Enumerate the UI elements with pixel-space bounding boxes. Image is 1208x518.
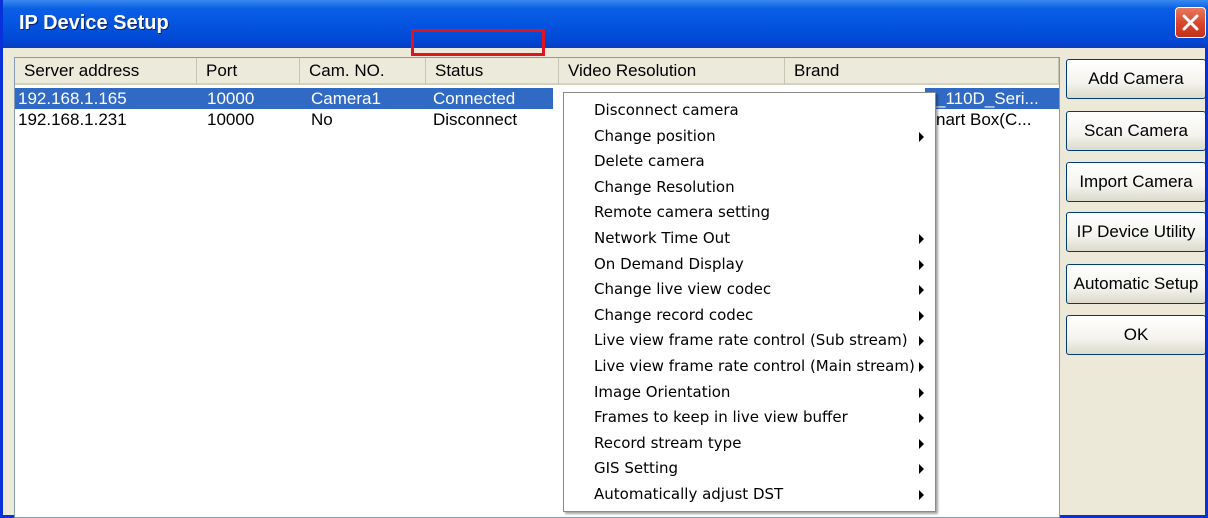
column-header-server-address[interactable]: Server address <box>15 58 197 85</box>
menu-item-label: Delete camera <box>594 152 705 171</box>
cell-brand: _110D_Seri... <box>936 89 1039 108</box>
submenu-arrow-icon <box>919 464 924 475</box>
menu-item-record-stream-type[interactable]: Record stream type <box>564 430 935 456</box>
menu-item-on-demand-display[interactable]: On Demand Display <box>564 251 935 277</box>
menu-item-frames-to-keep-in-live-view-buffer[interactable]: Frames to keep in live view buffer <box>564 404 935 430</box>
submenu-arrow-icon <box>919 413 924 424</box>
column-header-port[interactable]: Port <box>197 58 300 85</box>
menu-item-automatically-adjust-dst[interactable]: Automatically adjust DST <box>564 481 935 507</box>
column-header-video-resolution[interactable]: Video Resolution <box>559 58 785 85</box>
close-icon <box>1182 14 1199 31</box>
menu-item-label: Change record codec <box>594 305 754 324</box>
menu-item-label: Change live view codec <box>594 280 772 299</box>
menu-item-image-orientation[interactable]: Image Orientation <box>564 379 935 405</box>
submenu-arrow-icon <box>919 131 924 142</box>
ip-device-utility-button[interactable]: IP Device Utility <box>1066 212 1206 252</box>
menu-item-label: On Demand Display <box>594 254 744 273</box>
menu-item-live-view-frame-rate-control-sub-stream[interactable]: Live view frame rate control (Sub stream… <box>564 327 935 353</box>
menu-item-label: Disconnect camera <box>594 101 739 119</box>
close-button[interactable] <box>1175 7 1206 38</box>
ok-button[interactable]: OK <box>1066 315 1206 355</box>
cell-server-address: 192.168.1.231 <box>18 110 127 129</box>
submenu-arrow-icon <box>919 259 924 270</box>
automatic-setup-button[interactable]: Automatic Setup <box>1066 264 1206 304</box>
submenu-arrow-icon <box>919 362 924 372</box>
window-title: IP Device Setup <box>19 12 169 34</box>
menu-item-change-record-codec[interactable]: Change record codec <box>564 302 935 328</box>
cell-status: Disconnect <box>433 110 518 129</box>
menu-item-label: Live view frame rate control (Sub stream… <box>594 331 908 350</box>
menu-item-label: Image Orientation <box>594 382 731 401</box>
menu-item-change-resolution[interactable]: Change Resolution <box>564 174 935 200</box>
menu-item-disconnect-camera[interactable]: Disconnect camera <box>564 97 935 123</box>
menu-item-delete-camera[interactable]: Delete camera <box>564 148 935 174</box>
cell-port: 10000 <box>207 89 255 108</box>
cell-status: Connected <box>433 89 516 108</box>
menu-item-change-position[interactable]: Change position <box>564 123 935 149</box>
menu-item-label: Remote camera setting <box>594 203 771 222</box>
menu-item-network-time-out[interactable]: Network Time Out <box>564 225 935 251</box>
scan-camera-button[interactable]: Scan Camera <box>1066 111 1206 151</box>
import-camera-button[interactable]: Import Camera <box>1066 162 1206 202</box>
cell-cam-no: No <box>311 110 333 129</box>
submenu-arrow-icon <box>919 234 924 244</box>
menu-item-label: Record stream type <box>594 433 742 452</box>
context-menu: Disconnect camera Change position Delete c… <box>563 92 936 512</box>
menu-item-remote-camera-setting[interactable]: Remote camera setting <box>564 199 935 225</box>
menu-item-label: Frames to keep in live view buffer <box>594 408 848 427</box>
ip-device-setup-window: IP Device Setup Server address Port Cam.… <box>0 0 1208 518</box>
menu-item-live-view-frame-rate-control-main-stream[interactable]: Live view frame rate control (Main strea… <box>564 353 935 379</box>
add-camera-button[interactable]: Add Camera <box>1066 59 1206 99</box>
list-header: Server address Port Cam. NO. Status Vide… <box>15 58 1059 86</box>
menu-item-label: GIS Setting <box>594 459 679 478</box>
submenu-arrow-icon <box>919 490 924 500</box>
submenu-arrow-icon <box>919 285 924 296</box>
menu-item-label: Network Time Out <box>594 229 731 247</box>
cell-cam-no: Camera1 <box>311 89 381 108</box>
column-header-status[interactable]: Status <box>426 58 559 85</box>
cell-brand: nart Box(C... <box>936 110 1032 129</box>
cell-port: 10000 <box>207 110 255 129</box>
column-header-brand[interactable]: Brand <box>785 58 1059 85</box>
submenu-arrow-icon <box>919 438 924 449</box>
submenu-arrow-icon <box>919 387 924 398</box>
submenu-arrow-icon <box>919 310 924 321</box>
status-highlight-box <box>411 29 545 56</box>
menu-item-label: Live view frame rate control (Main strea… <box>594 357 915 375</box>
column-header-cam-no[interactable]: Cam. NO. <box>300 58 426 85</box>
cell-server-address: 192.168.1.165 <box>18 89 127 108</box>
menu-item-label: Automatically adjust DST <box>594 485 784 503</box>
menu-item-change-live-view-codec[interactable]: Change live view codec <box>564 276 935 302</box>
submenu-arrow-icon <box>919 336 924 347</box>
menu-item-label: Change position <box>594 126 716 145</box>
menu-item-gis-setting[interactable]: GIS Setting <box>564 455 935 481</box>
title-bar[interactable]: IP Device Setup <box>3 0 1208 48</box>
menu-item-label: Change Resolution <box>594 177 735 196</box>
